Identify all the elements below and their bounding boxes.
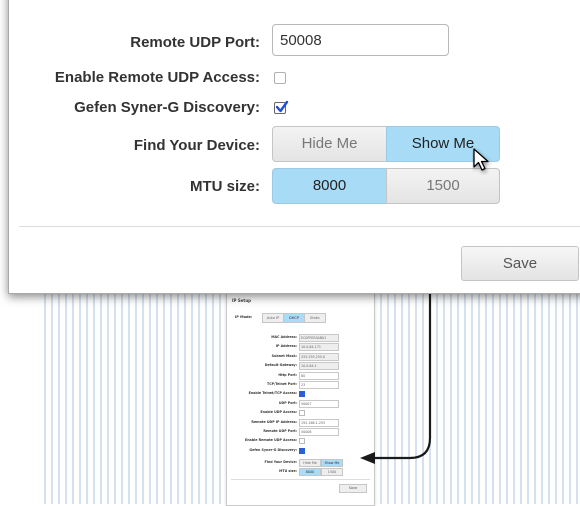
gefen-discovery-label: Gefen Syner-G Discovery:: [74, 99, 260, 116]
panel-divider: [19, 226, 580, 227]
save-button[interactable]: Save: [461, 246, 579, 281]
remote-udp-port-label: Remote UDP Port:: [130, 34, 260, 51]
mouse-cursor-icon: [473, 148, 489, 171]
gefen-discovery-checkbox[interactable]: [274, 100, 289, 114]
checkmark-icon: [275, 100, 289, 113]
mtu-size-label: MTU size:: [189, 178, 260, 195]
enable-remote-udp-label: Enable Remote UDP Access:: [54, 69, 260, 86]
hide-me-button[interactable]: Hide Me: [272, 126, 387, 162]
arrowhead-icon: [360, 452, 375, 464]
mtu-8000-button[interactable]: 8000: [272, 168, 387, 204]
enable-remote-udp-checkbox[interactable]: [274, 72, 286, 84]
find-device-label: Find Your Device:: [133, 137, 260, 154]
remote-udp-port-field[interactable]: 50008: [272, 24, 449, 56]
zoomed-settings-panel: Remote UDP Port: 50008 Enable Remote UDP…: [8, 0, 580, 294]
